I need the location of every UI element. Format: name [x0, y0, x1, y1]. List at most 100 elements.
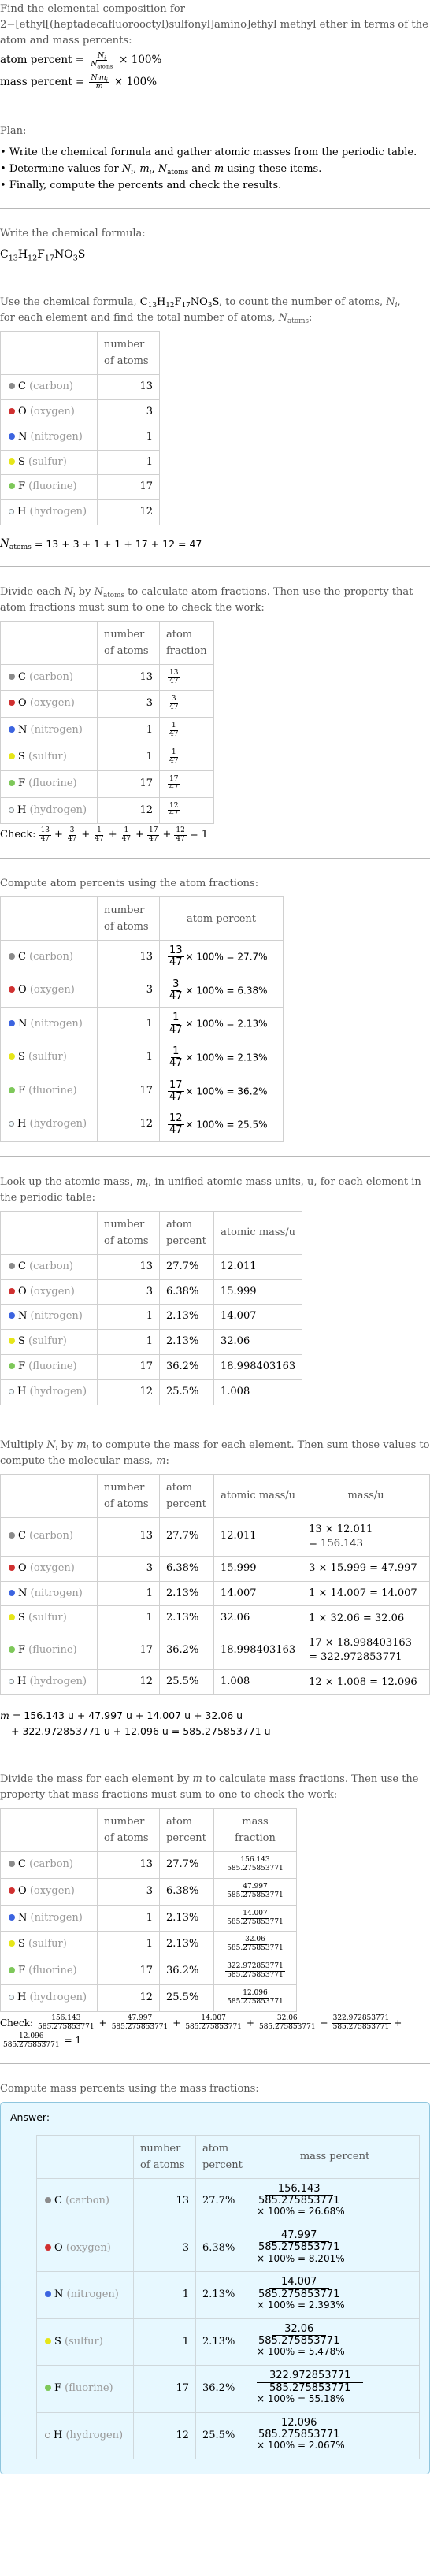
element-symbol: H — [17, 1385, 27, 1397]
fraction-numerator: 1 — [171, 1045, 181, 1059]
element-color-dot-icon — [9, 1940, 15, 1947]
element-name: (carbon) — [29, 670, 74, 683]
table-header: mass/u — [302, 1473, 430, 1518]
variable: m — [139, 162, 150, 175]
atom-count: 1 — [97, 1329, 160, 1356]
element-color-dot-icon — [9, 1679, 14, 1685]
formula-element: O — [64, 247, 73, 261]
element-symbol: N — [18, 430, 28, 443]
element-name: (fluorine) — [28, 777, 77, 789]
fraction-denominator: 47 — [169, 1124, 183, 1137]
fraction: 322.972853771 585.275853771 — [331, 2014, 391, 2032]
formula-element: S — [212, 296, 219, 309]
atom-count: 13 — [133, 2177, 196, 2225]
plus-sign: + — [172, 2017, 181, 2029]
table-row: S (sulfur) 1 2.13% 32.06 585.275853771 — [0, 1931, 297, 1959]
fraction-denominator: 47 — [67, 835, 77, 844]
atomic-mass-section: Look up the atomic mass, mi, in unified … — [0, 1175, 430, 1405]
element-symbol: C — [54, 2195, 62, 2207]
fraction: 1 47 — [168, 748, 180, 766]
fraction: 12.096 585.275853771 — [225, 1989, 285, 2006]
element-color-dot-icon — [9, 483, 15, 490]
mass-calc: 1 × 32.06 = 32.06 — [302, 1605, 430, 1632]
atom-percent-calc: 17 47 × 100% = 36.2% — [159, 1074, 284, 1109]
atom-count: 1 — [97, 1007, 160, 1041]
formula-element: O — [199, 296, 208, 309]
fraction: 1 47 — [168, 1012, 184, 1036]
natoms-equation: Natoms = 13 + 3 + 1 + 1 + 17 + 12 = 47 — [0, 536, 430, 552]
mass-percent-prose: Compute mass percents using the mass fra… — [0, 2083, 259, 2095]
element-symbol: N — [18, 724, 28, 737]
fraction: 1 47 — [93, 826, 105, 844]
fraction: 12 47 — [168, 802, 180, 819]
atom-count: 13 — [97, 374, 160, 400]
mass-section: Multiply Ni by mi to compute the mass fo… — [0, 1438, 430, 1739]
atom-percent-fraction: Ni Natoms — [89, 51, 114, 69]
table-row: O (oxygen) 3 6.38% 15.999 — [0, 1279, 303, 1305]
element-name: (fluorine) — [28, 481, 77, 493]
element-color-dot-icon — [9, 779, 15, 786]
element-name-cell: O (oxygen) — [0, 690, 98, 718]
element-name: (hydrogen) — [29, 1991, 87, 2004]
table-row: O (oxygen) 3 — [0, 399, 160, 425]
atom-count: 1 — [97, 1931, 160, 1959]
element-symbol: F — [18, 481, 26, 493]
table-row: H (hydrogen) 12 25.5% 1.008 — [0, 1379, 303, 1405]
times-100: × 100% — [119, 54, 162, 67]
element-symbol: H — [54, 2429, 63, 2441]
fraction: 13 47 — [168, 945, 184, 969]
fraction-numerator: N — [97, 51, 105, 60]
atomic-mass-value: 12.011 — [213, 1516, 303, 1557]
formula-subscript: 13 — [8, 254, 18, 263]
element-name-cell: H (hydrogen) — [0, 1669, 98, 1696]
element-color-dot-icon — [9, 752, 15, 759]
element-color-dot-icon — [45, 2291, 51, 2298]
element-name: (hydrogen) — [29, 1118, 87, 1130]
atom-percent-value: 36.2% — [159, 1958, 214, 1986]
element-name: (nitrogen) — [30, 430, 83, 443]
element-symbol: F — [54, 2382, 62, 2395]
atom-count: 12 — [97, 1108, 160, 1142]
fraction-numerator: 13 — [168, 668, 180, 678]
table-row: C (carbon) 13 27.7% 156.143 585.275853771 — [0, 1851, 297, 1879]
atom-count: 1 — [97, 1040, 160, 1075]
atomic-mass-value: 1.008 — [213, 1379, 303, 1405]
formula-subscript: 12 — [28, 254, 38, 263]
element-name-cell: C (carbon) — [0, 374, 98, 400]
table-row: C (carbon) 13 27.7% 12.011 — [0, 1253, 303, 1280]
element-name: (oxygen) — [29, 1561, 75, 1574]
table-row: H (hydrogen) 12 25.5% 12.096 585.275853771 — [0, 1984, 297, 2012]
element-name-cell: H (hydrogen) — [0, 796, 98, 825]
element-name: (fluorine) — [28, 1084, 77, 1097]
atom-count: 1 — [97, 744, 160, 771]
element-symbol: O — [18, 405, 27, 418]
atom-percent-value: 2.13% — [159, 1931, 214, 1959]
fraction-denominator: 585.275853771 — [258, 2335, 340, 2348]
mass-percent-value: × 100% = 55.18% — [257, 2392, 345, 2404]
mass-percent-calc: 12.096 585.275853771 × 100% = 2.067% — [250, 2411, 420, 2460]
plus-sign: + — [135, 829, 144, 841]
element-name: (sulfur) — [28, 1938, 67, 1951]
element-symbol: F — [18, 1965, 26, 1977]
atom-fraction: 13 47 — [159, 663, 214, 692]
element-name-cell: O (oxygen) — [0, 1279, 98, 1305]
table-header — [0, 1808, 98, 1853]
atom-count: 17 — [97, 1958, 160, 1986]
plan-title: Plan: — [0, 124, 27, 137]
mass-percent-expression: 156.143 585.275853771 × 100% = 26.68% — [257, 2183, 345, 2218]
table-header: atom percent — [195, 2134, 250, 2179]
plus-sign: + — [162, 829, 172, 841]
element-color-dot-icon — [9, 509, 14, 515]
atom-percent-value: 2.13% — [237, 1052, 268, 1063]
mass-percent-calc: 322.972853771 585.275853771 × 100% = 55.18… — [250, 2365, 420, 2413]
mass-expression: 1 × 14.007 = 14.007 — [309, 1587, 417, 1600]
element-symbol: C — [18, 1858, 26, 1871]
plan-item: Determine values for Ni, mi, Natoms and … — [0, 161, 430, 177]
formula-subscript: 17 — [44, 254, 54, 263]
answer-label: Answer: — [10, 2111, 50, 2124]
element-symbol: F — [18, 777, 26, 789]
element-name: (nitrogen) — [30, 1017, 83, 1030]
fraction-denominator: 585.275853771 — [258, 2194, 340, 2207]
mass-percent-calc: 47.997 585.275853771 × 100% = 8.201% — [250, 2224, 420, 2273]
plan-item: Finally, compute the percents and check … — [0, 177, 430, 194]
